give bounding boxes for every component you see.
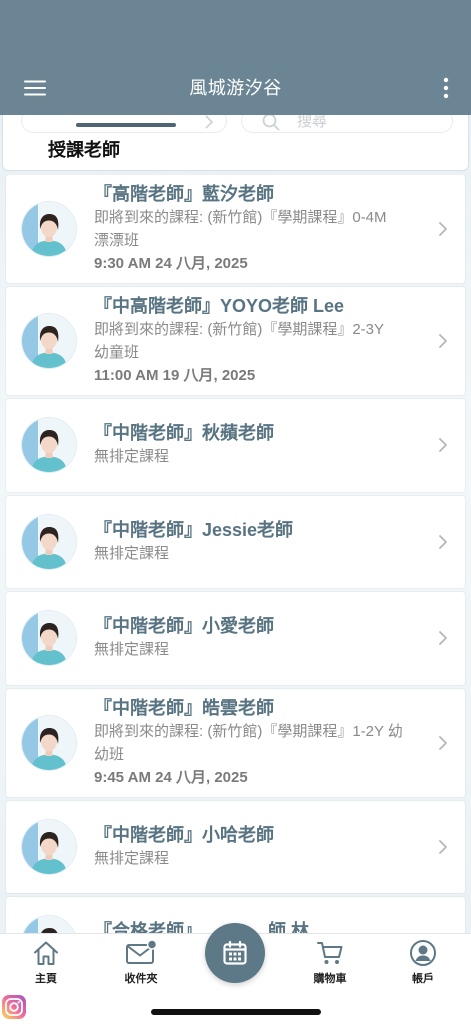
search-input[interactable]: 搜尋	[241, 115, 453, 133]
upcoming-course-cont: 幼班	[94, 745, 125, 763]
nav-label: 主頁	[35, 973, 57, 985]
teacher-card[interactable]: 『中階老師』小哈老師 無排定課程	[6, 800, 465, 893]
avatar	[22, 916, 76, 933]
nav-label: 帳戶	[412, 973, 434, 985]
chevron-right-icon	[439, 839, 447, 854]
nav-label: 收件夾	[124, 973, 158, 985]
upcoming-course: 即將到來的課程: (新竹館)『學期課程』1-2Y 幼	[94, 722, 403, 740]
upcoming-course-time: 9:30 AM 24 八月, 2025	[94, 255, 248, 272]
avatar	[22, 314, 76, 368]
app-header: 風城游汐谷	[0, 0, 471, 115]
chevron-right-icon	[439, 222, 447, 236]
chevron-right-icon	[205, 115, 214, 129]
account-icon	[410, 940, 436, 966]
schedule-status: 無排定課程	[94, 849, 170, 867]
teacher-name: 『高階老師』藍汐老師	[94, 184, 274, 204]
teacher-name: 『中階老師』秋蘋老師	[94, 423, 274, 444]
section-title: 授課老師	[48, 140, 120, 160]
teacher-name: 『中高階老師』YOYO老師 Lee	[94, 296, 345, 316]
teacher-name: 『合格老師』 師 林	[94, 920, 430, 933]
instagram-watermark-icon	[2, 995, 26, 1019]
teacher-info: 『中階老師』秋蘋老師 無排定課程	[94, 422, 430, 468]
avatar	[22, 715, 76, 770]
search-placeholder: 搜尋	[297, 115, 328, 130]
teacher-info: 『合格老師』 師 林	[94, 920, 430, 933]
calendar-icon	[223, 940, 247, 965]
schedule-status: 無排定課程	[94, 544, 170, 562]
teacher-card[interactable]: 『高階老師』藍汐老師 即將到來的課程: (新竹館)『學期課程』0-4M 漂漂班 …	[6, 175, 465, 283]
schedule-status: 無排定課程	[94, 641, 170, 659]
chevron-right-icon	[439, 438, 447, 453]
teacher-info: 『中階老師』小哈老師 無排定課程	[94, 824, 430, 870]
tab-indicator	[76, 123, 176, 127]
home-indicator	[151, 1009, 321, 1015]
search-icon	[262, 115, 280, 131]
teacher-info: 『中階老師』小愛老師 無排定課程	[94, 615, 430, 661]
avatar	[22, 611, 76, 666]
calendar-button[interactable]	[205, 923, 265, 983]
teacher-name-end: 師 林	[268, 921, 310, 933]
upcoming-course-cont: 漂漂班	[94, 232, 140, 249]
more-vertical-icon[interactable]	[436, 76, 456, 100]
teacher-info: 『中階老師』Jessie老師 無排定課程	[94, 519, 430, 565]
teacher-card[interactable]: 『中階老師』皓雲老師 即將到來的課程: (新竹館)『學期課程』1-2Y 幼 幼班…	[6, 688, 465, 797]
chevron-right-icon	[439, 534, 447, 549]
faded-search-row: 搜尋	[3, 115, 468, 133]
avatar	[22, 819, 76, 874]
teacher-name: 『中階老師』小哈老師	[94, 824, 274, 845]
hamburger-menu-icon[interactable]	[22, 76, 48, 100]
teacher-name-start: 『合格老師』	[94, 921, 202, 933]
chevron-right-icon	[439, 334, 447, 348]
nav-label: 購物車	[313, 973, 347, 985]
chevron-right-icon	[439, 735, 447, 750]
upcoming-course-time: 9:45 AM 24 八月, 2025	[94, 768, 248, 786]
upcoming-course: 即將到來的課程: (新竹館)『學期課程』2-3Y	[94, 321, 385, 338]
upcoming-course-cont: 幼童班	[94, 344, 140, 361]
avatar	[22, 514, 76, 569]
page-title: 風城游汐谷	[189, 78, 282, 98]
avatar	[22, 202, 76, 256]
upcoming-course-time: 11:00 AM 19 八月, 2025	[94, 367, 256, 384]
nav-item-home[interactable]: 主頁	[6, 934, 86, 990]
upcoming-course: 即將到來的課程: (新竹館)『學期課程』0-4M	[94, 209, 387, 226]
nav-item-inbox[interactable]: 收件夾	[101, 934, 181, 990]
schedule-status: 無排定課程	[94, 448, 170, 466]
chevron-right-icon	[439, 631, 447, 646]
cart-icon	[317, 942, 343, 964]
teacher-list: 『高階老師』藍汐老師 即將到來的課程: (新竹館)『學期課程』0-4M 漂漂班 …	[0, 175, 471, 933]
home-icon	[34, 941, 58, 965]
teacher-info: 『中高階老師』YOYO老師 Lee 即將到來的課程: (新竹館)『學期課程』2-…	[94, 295, 430, 387]
nav-item-cart[interactable]: 購物車	[290, 934, 370, 990]
teacher-card[interactable]: 『中階老師』小愛老師 無排定課程	[6, 592, 465, 685]
section-header-panel: 搜尋 授課老師	[2, 115, 469, 171]
teacher-card[interactable]: 『中階老師』Jessie老師 無排定課程	[6, 495, 465, 588]
teacher-info: 『中階老師』皓雲老師 即將到來的課程: (新竹館)『學期課程』1-2Y 幼 幼班…	[94, 697, 430, 789]
inbox-mail-icon	[126, 939, 157, 964]
teacher-card[interactable]: 『中高階老師』YOYO老師 Lee 即將到來的課程: (新竹館)『學期課程』2-…	[6, 287, 465, 395]
teacher-name: 『中階老師』小愛老師	[94, 616, 274, 637]
teacher-name: 『中階老師』皓雲老師	[94, 697, 274, 718]
nav-item-account[interactable]: 帳戶	[383, 934, 463, 990]
avatar	[22, 418, 76, 473]
teacher-name: 『中階老師』Jessie老師	[94, 519, 294, 540]
teacher-info: 『高階老師』藍汐老師 即將到來的課程: (新竹館)『學期課程』0-4M 漂漂班 …	[94, 183, 430, 275]
teacher-card[interactable]: 『中階老師』秋蘋老師 無排定課程	[6, 399, 465, 492]
